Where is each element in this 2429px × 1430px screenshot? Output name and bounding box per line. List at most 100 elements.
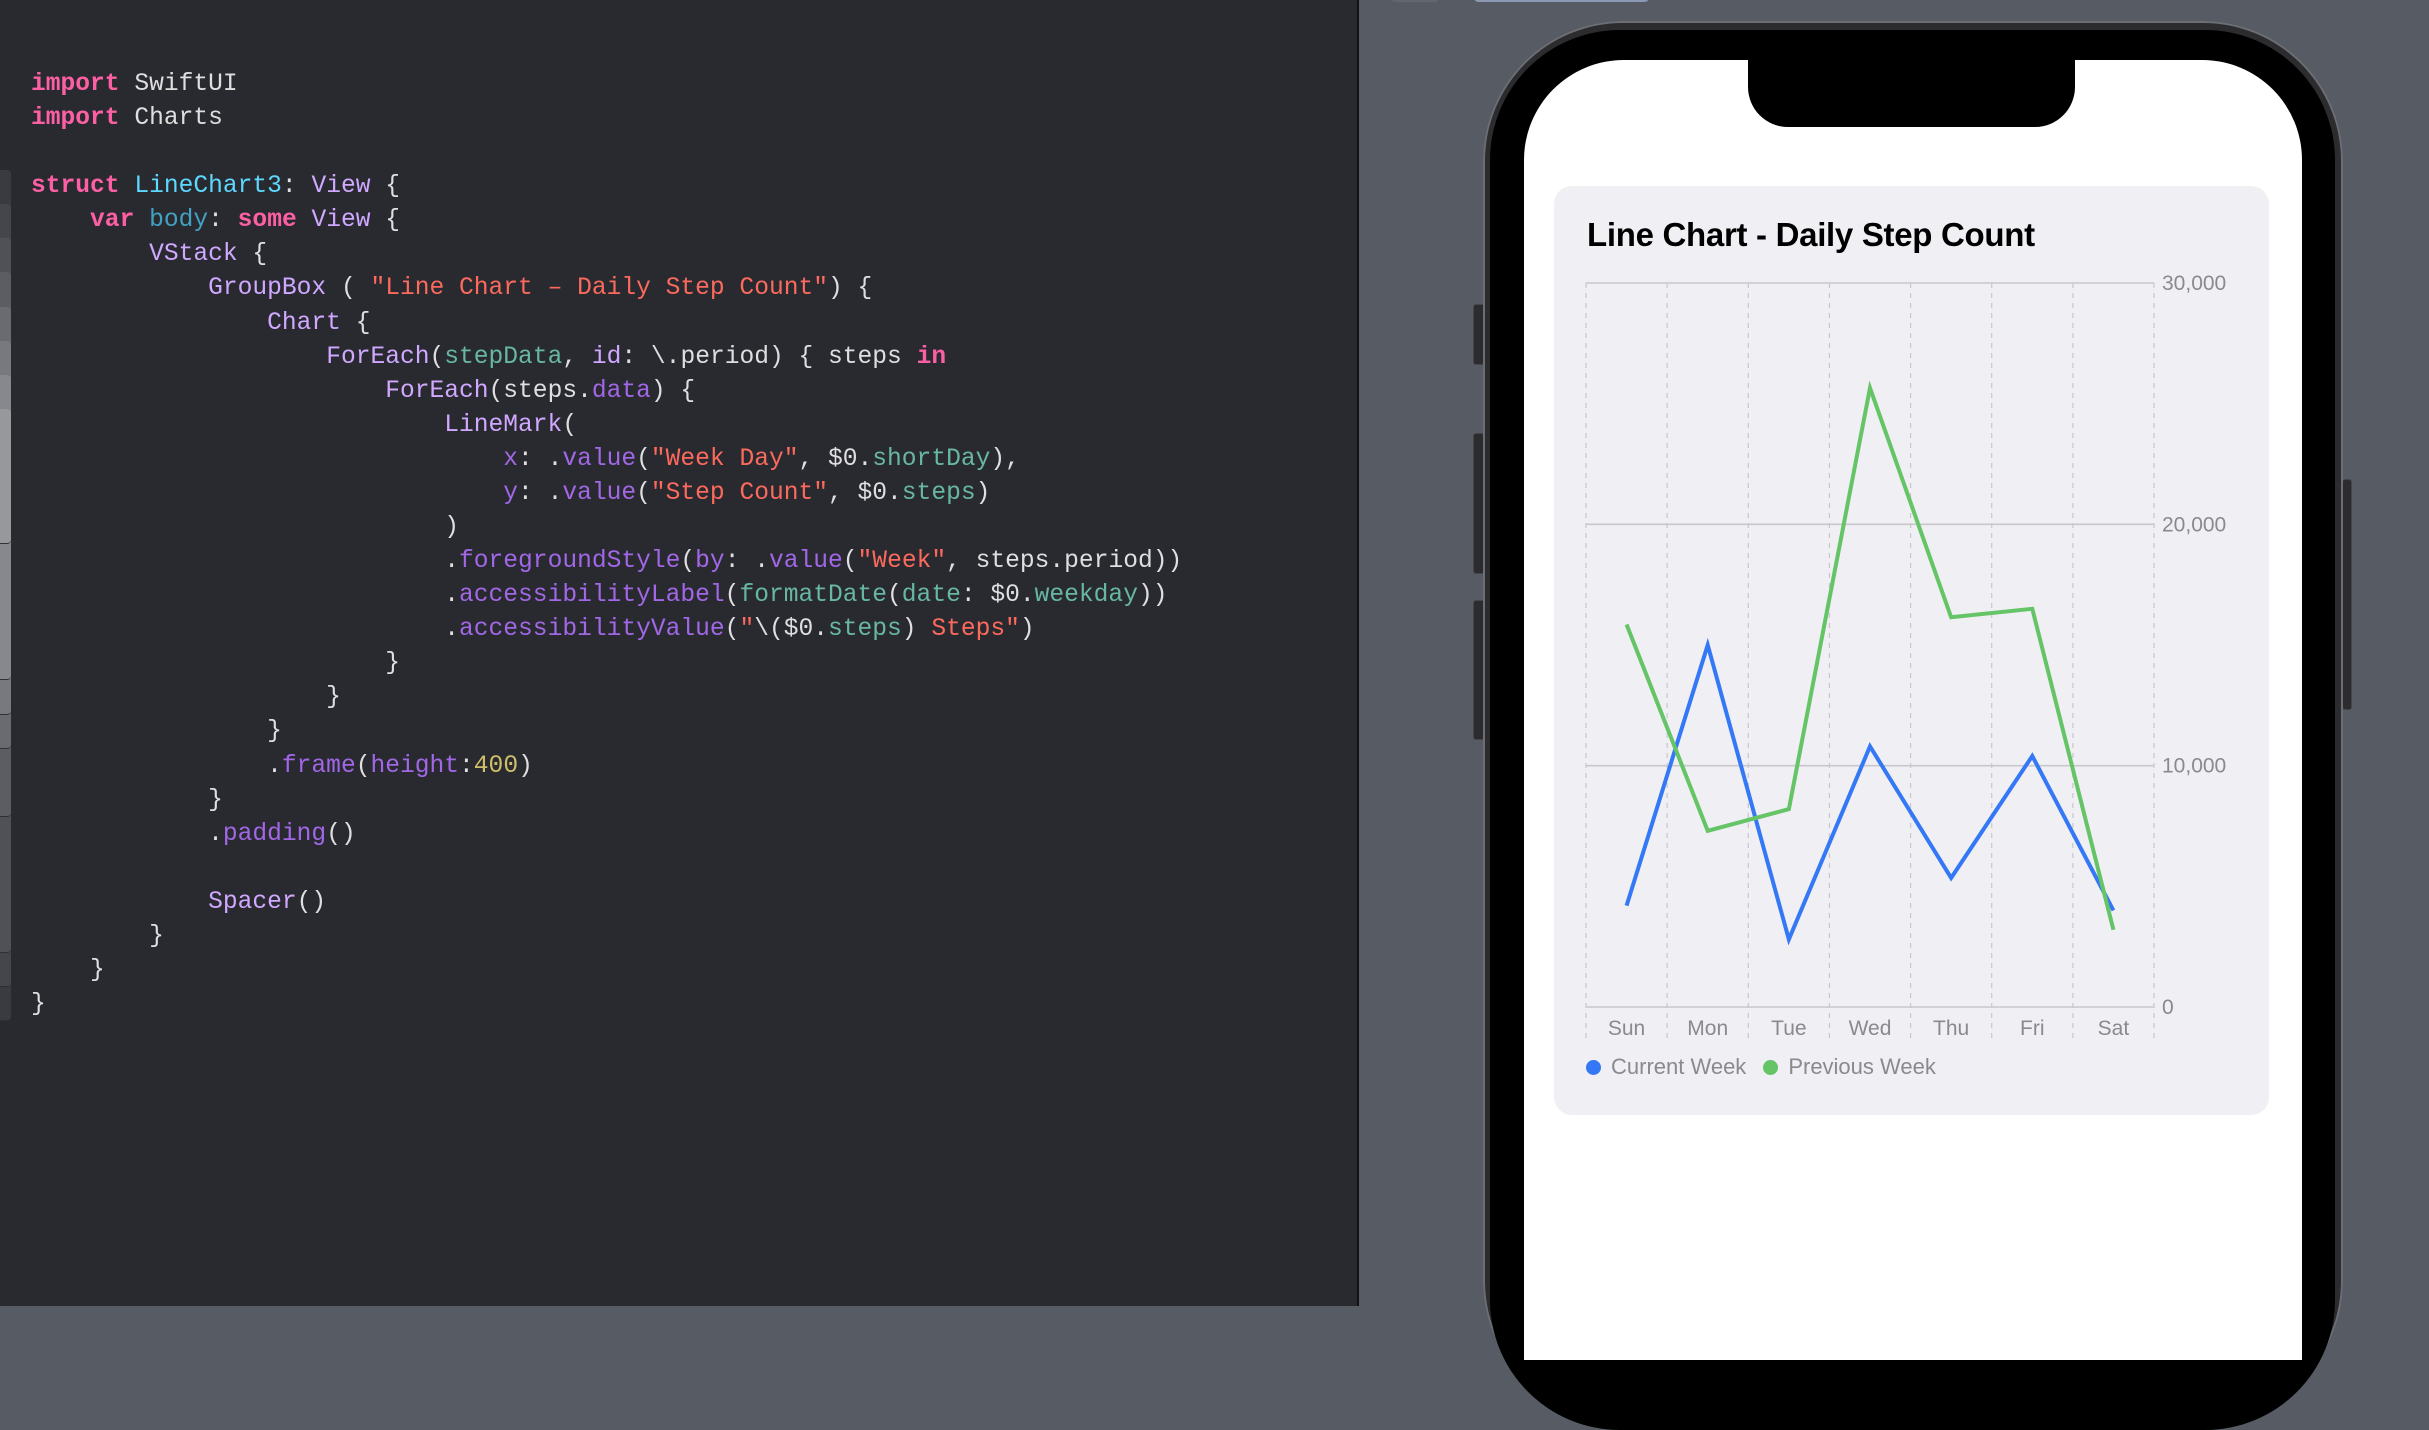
code-token: , $0. [798,445,873,473]
code-line[interactable]: Spacer() [31,886,1182,920]
series-line-previous-week[interactable] [1624,380,2116,931]
code-token: SwiftUI [119,71,238,98]
code-token: } [31,991,46,1019]
y-tick-label: 20,000 [2162,513,2226,536]
code-line[interactable]: } [31,784,1182,818]
code-token: ( [429,343,445,371]
code-token: x [503,445,519,473]
phone-power-button [2342,479,2352,710]
code-token: ( [680,548,696,576]
code-token: 400 [473,752,519,780]
canvas-toolbar-button[interactable] [1390,0,1440,2]
code-line[interactable]: } [31,647,1182,681]
code-token: date [901,582,961,610]
code-token: in [916,343,947,371]
code-line[interactable]: ForEach(steps.data) { [31,375,1182,409]
code-line[interactable]: struct LineChart3: View { [31,170,1182,204]
x-tick-label: Tue [1771,1017,1806,1040]
code-token: ( [562,411,578,439]
code-token: ) [901,616,917,644]
code-editor[interactable]: import SwiftUI import Charts struct LineC… [0,0,1357,1306]
code-line[interactable]: GroupBox ( "Line Chart – Daily Step Coun… [31,272,1182,306]
code-token: { [340,309,371,337]
code-token: ( [887,582,902,610]
code-line[interactable]: } [31,988,1182,1022]
code-token: import [31,105,120,133]
code-token: } [31,922,164,950]
canvas-toolbar-selected-button[interactable] [1473,0,1650,2]
code-token: : . [518,479,563,507]
code-token: ) [1019,616,1035,644]
code-token: var [90,207,135,235]
code-token: : . [518,445,563,473]
code-line[interactable]: } [31,954,1182,988]
code-token: steps [828,616,902,644]
series-line-current-week[interactable] [1624,637,2116,946]
code-line[interactable]: .accessibilityValue("\($0.steps) Steps") [31,613,1182,647]
code-token: struct [31,173,120,201]
code-line[interactable]: .foregroundStyle(by: .value("Week", step… [31,545,1182,579]
code-token: steps [901,479,976,507]
code-line[interactable]: LineMark( [31,409,1182,443]
code-token: frame [281,752,356,780]
line-chart[interactable]: 0 10,000 20,000 30,000 Sun Mon Tue Wed Thu Fri Sat [1554,186,2269,1115]
code-line[interactable]: var body: some View { [31,204,1182,238]
code-line[interactable]: .accessibilityLabel(formatDate(date: $0.… [31,579,1182,613]
code-token: ( [842,548,858,576]
code-token: ), [990,445,1020,473]
code-line[interactable]: y: .value("Step Count", $0.steps) [31,477,1182,511]
code-line[interactable]: VStack { [31,238,1182,272]
code-token: } [31,684,341,712]
code-line[interactable] [31,136,1182,170]
code-line[interactable]: import Charts [31,102,1182,136]
x-tick-label: Fri [2020,1017,2045,1040]
code-line[interactable]: } [31,681,1182,715]
code-token: stepData [444,343,563,371]
code-line[interactable]: import SwiftUI [31,68,1182,102]
code-token: foregroundStyle [459,548,681,576]
y-tick-label: 30,000 [2162,272,2226,295]
code-token: Chart [267,309,341,337]
editor-canvas-divider[interactable] [1357,0,1359,1306]
legend-item: Current Week [1586,1054,1746,1080]
code-token: ( [636,445,651,473]
code-line[interactable] [31,852,1182,886]
code-line[interactable]: ) [31,511,1182,545]
line-chart-groupbox: Line Chart - Daily Step Count 0 10,000 20,… [1554,186,2269,1115]
code-token: Charts [119,105,223,133]
chart-legend: Current Week Previous Week [1586,1054,1953,1080]
code-token: body [149,207,209,235]
code-token: : [281,173,312,201]
code-token: ) [518,752,533,780]
code-token: weekday [1034,582,1138,610]
phone-screen[interactable]: Line Chart - Daily Step Count 0 10,000 20,… [1524,60,2302,1360]
code-token: y [503,479,519,507]
legend-label: Current Week [1611,1054,1747,1079]
code-token: "Week" [857,548,947,576]
code-line[interactable]: .frame(height:400) [31,750,1182,784]
code-token: ( [724,582,740,610]
x-tick-label: Thu [1933,1017,1969,1040]
code-line[interactable]: ForEach(stepData, id: \.period) { steps … [31,341,1182,375]
y-tick-label: 0 [2162,996,2174,1019]
code-token: value [768,548,843,576]
code-token: } [31,957,105,985]
code-line[interactable]: .padding() [31,818,1182,852]
code-token: () [296,888,327,916]
fold-ribbon-band[interactable] [0,408,11,545]
code-line[interactable]: } [31,920,1182,954]
code-line[interactable]: Chart { [31,307,1182,341]
code-line[interactable]: } [31,715,1182,749]
source-code[interactable]: import SwiftUI import Charts struct LineC… [31,68,1182,1022]
legend-label: Previous Week [1788,1054,1936,1079]
code-line[interactable]: x: .value("Week Day", $0.shortDay), [31,443,1182,477]
code-token: . [31,752,282,780]
code-token: ForEach [326,343,430,371]
